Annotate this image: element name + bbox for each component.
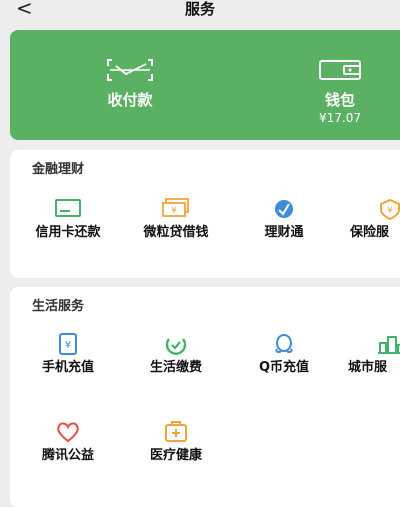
medical-icon [126,421,226,443]
insurance-icon: ¥ [340,198,400,220]
wallet-button[interactable]: 钱包 ¥17.07 [260,30,400,140]
item-label: Q币充值 [258,360,310,375]
svg-text:¥: ¥ [65,340,71,351]
loan-cash-icon: ¥ [126,198,226,220]
credit-card-icon [18,198,118,220]
svg-text:¥: ¥ [387,206,393,216]
utility-bill-button[interactable]: 生活缴费 [126,331,226,391]
item-label: 微粒贷借钱 [143,225,209,240]
wallet-label: 钱包 [324,91,355,109]
finance-section: 金融理财 信用卡还款 ¥ 微粒贷借钱 理财通 ¥ 保险服 [10,150,400,278]
pay-receive-button[interactable]: 收付款 [50,30,210,140]
charity-button[interactable]: 腾讯公益 [18,419,118,479]
qq-coin-icon [234,333,334,355]
credit-card-repay-button[interactable]: 信用卡还款 [18,194,118,264]
loan-button[interactable]: ¥ 微粒贷借钱 [126,194,226,264]
item-label: 信用卡还款 [35,225,101,240]
page-title: 服务 [184,0,215,18]
pay-label: 收付款 [107,91,153,109]
wealth-button[interactable]: 理财通 [234,194,334,264]
item-label: 手机充值 [41,360,94,375]
item-label: 腾讯公益 [41,448,94,463]
header-bar: < 服务 [0,0,400,20]
insurance-button[interactable]: ¥ 保险服 [340,194,400,264]
item-label: 生活缴费 [149,360,202,375]
city-service-icon [340,333,400,355]
phone-topup-icon: ¥ [18,333,118,355]
wealth-icon [234,198,334,220]
phone-topup-button[interactable]: ¥ 手机充值 [18,331,118,391]
wallet-icon [260,58,400,82]
wallet-card: 收付款 钱包 ¥17.07 [10,30,400,140]
item-label: 保险服 [350,225,390,240]
item-label: 医疗健康 [149,448,202,463]
utility-bill-icon [126,333,226,355]
item-label: 理财通 [264,225,304,240]
charity-heart-icon [18,421,118,443]
city-service-button[interactable]: 城市服 [340,331,400,391]
medical-button[interactable]: 医疗健康 [126,419,226,479]
wallet-balance: ¥17.07 [319,111,361,125]
item-label: 城市服 [348,360,388,375]
life-section: 生活服务 ¥ 手机充值 生活缴费 Q币充值 城市服 腾讯公益 医疗健康 [10,287,400,507]
qq-coin-button[interactable]: Q币充值 [234,331,334,391]
svg-text:¥: ¥ [171,206,177,216]
section-title: 金融理财 [32,162,85,177]
qr-scan-icon [50,58,210,82]
section-title: 生活服务 [32,299,85,314]
